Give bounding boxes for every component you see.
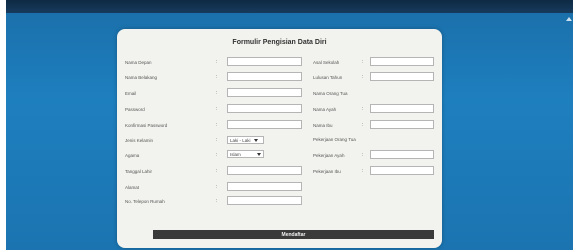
- colon: :: [362, 59, 364, 65]
- scroll-up-arrow-icon[interactable]: [566, 17, 572, 21]
- religion-label: Agama: [125, 153, 140, 158]
- colon: :: [362, 74, 364, 80]
- grad-year-input[interactable]: [370, 72, 434, 81]
- colon: :: [362, 122, 364, 128]
- birth-date-label: Tanggal Lahir: [125, 169, 153, 174]
- birth-date-input[interactable]: [227, 166, 302, 175]
- last-name-input[interactable]: [227, 72, 302, 81]
- colon: :: [216, 59, 218, 65]
- form-title: Formulir Pengisian Data Diri: [232, 39, 327, 46]
- school-label: Asal Sekolah: [313, 60, 340, 65]
- colon: :: [216, 152, 218, 158]
- colon: :: [216, 122, 218, 128]
- parents-name-heading: Nama Orang Tua: [313, 91, 348, 96]
- colon: :: [216, 74, 218, 80]
- mother-job-label: Pekerjaan Ibu: [313, 169, 341, 174]
- last-name-label: Nama Belakang: [125, 75, 158, 80]
- colon: :: [362, 106, 364, 112]
- chevron-down-icon: [257, 152, 261, 156]
- registration-form: Formulir Pengisian Data Diri Nama Depan …: [117, 29, 442, 248]
- register-button[interactable]: Mendaftar: [153, 230, 434, 239]
- chevron-down-icon: [253, 138, 258, 142]
- colon: :: [216, 106, 218, 112]
- gender-select[interactable]: Laki - Laki: [227, 136, 264, 144]
- address-input[interactable]: [227, 182, 302, 191]
- colon: :: [216, 184, 218, 190]
- email-input[interactable]: [227, 88, 302, 97]
- mother-name-input[interactable]: [370, 120, 434, 129]
- mother-name-label: Nama Ibu: [313, 123, 333, 128]
- school-input[interactable]: [370, 57, 434, 66]
- email-label: Email: [125, 91, 137, 96]
- phone-input[interactable]: [227, 196, 302, 205]
- father-name-label: Nama Ayah: [313, 107, 337, 112]
- colon: :: [216, 168, 218, 174]
- colon: :: [362, 152, 364, 158]
- address-label: Alamat: [125, 185, 140, 190]
- religion-select[interactable]: Islam: [227, 150, 264, 158]
- password-label: Password: [125, 107, 145, 112]
- confirm-password-label: Konfirmasi Password: [125, 123, 168, 128]
- colon: :: [362, 168, 364, 174]
- gender-label: Jenis Kelamin: [125, 138, 154, 143]
- grad-year-label: Lulusan Tahun: [313, 75, 343, 80]
- colon: :: [216, 198, 218, 204]
- father-job-label: Pekerjaan Ayah: [313, 153, 345, 158]
- password-input[interactable]: [227, 104, 302, 113]
- gender-select-value: Laki - Laki: [230, 137, 251, 143]
- colon: :: [216, 137, 218, 143]
- religion-select-value: Islam: [230, 151, 241, 157]
- mother-job-input[interactable]: [370, 166, 434, 175]
- first-name-label: Nama Depan: [125, 60, 152, 65]
- father-name-input[interactable]: [370, 104, 434, 113]
- top-bar: [6, 0, 573, 13]
- confirm-password-input[interactable]: [227, 120, 302, 129]
- colon: :: [216, 90, 218, 96]
- first-name-input[interactable]: [227, 57, 302, 66]
- father-job-input[interactable]: [370, 150, 434, 159]
- parents-job-heading: Pekerjaan Orang Tua: [313, 137, 356, 142]
- phone-label: No. Telepon Rumah: [125, 199, 165, 204]
